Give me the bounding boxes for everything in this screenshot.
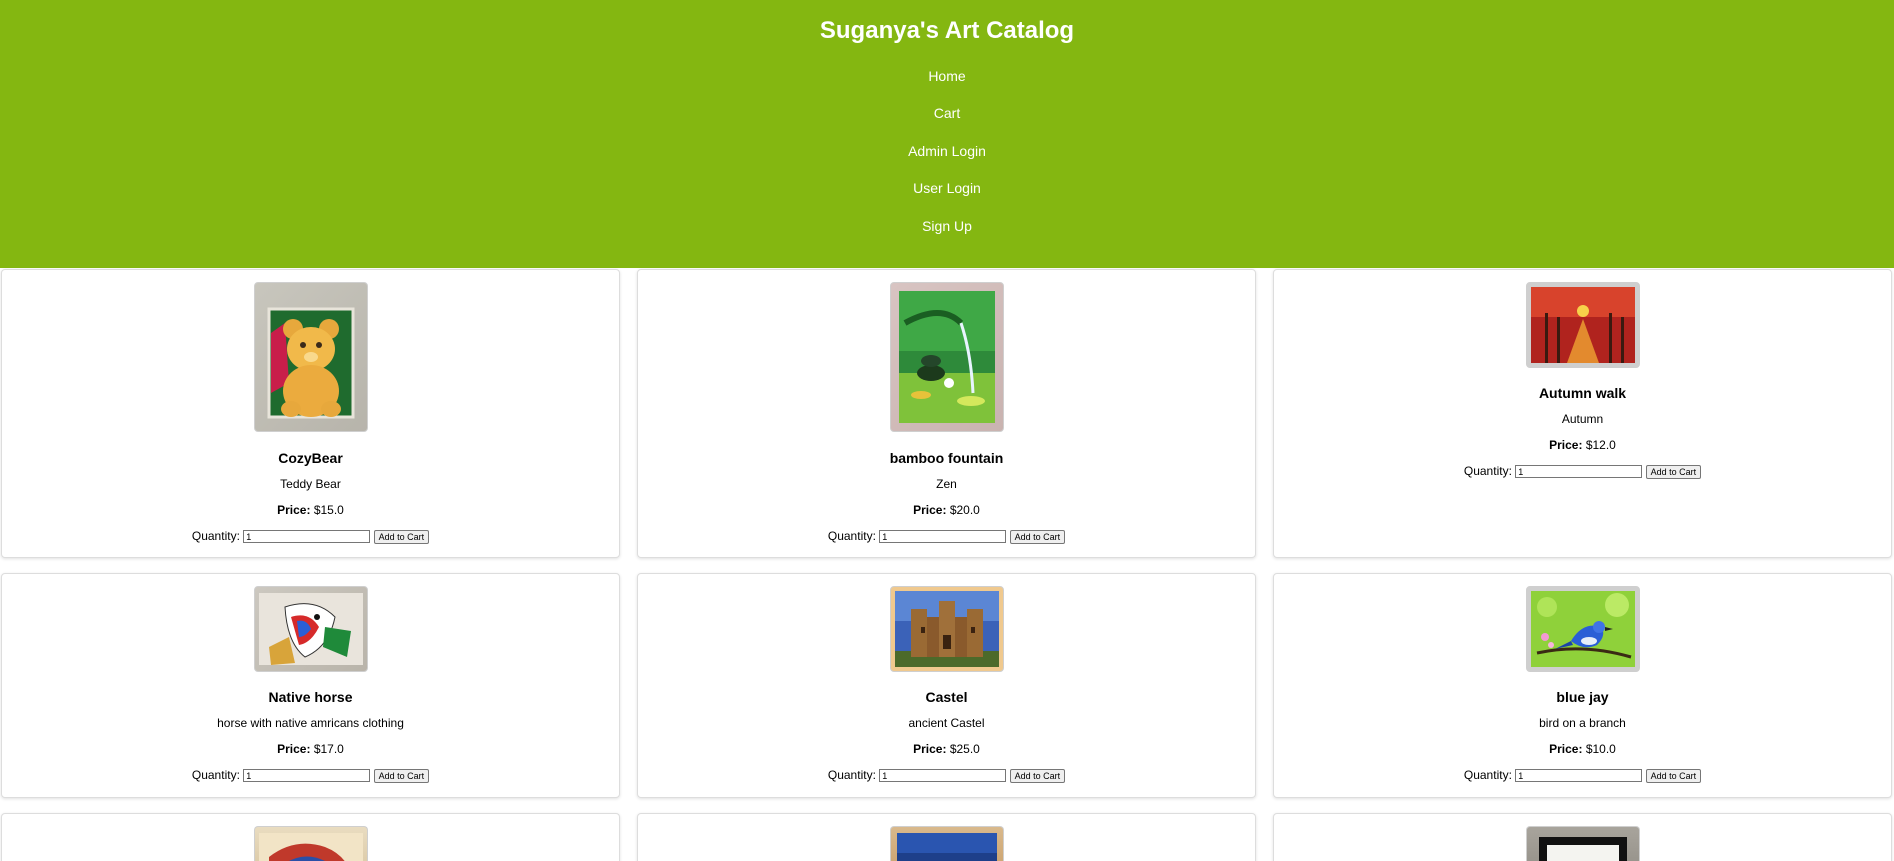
quantity-label: Quantity: (827, 768, 876, 782)
autumn-path-painting-icon (1530, 287, 1635, 363)
product-card: Castel ancient Castel Price: $25.0 Quant… (637, 573, 1256, 798)
product-price-row: Price: $12.0 (1274, 438, 1891, 452)
nav-cart-link[interactable]: Cart (934, 105, 960, 121)
product-name: Autumn walk (1538, 385, 1627, 401)
quantity-input[interactable] (879, 769, 1007, 783)
product-price-row: Price: $10.0 (1274, 742, 1891, 756)
quantity-row: Quantity: Add to Cart (2, 768, 619, 783)
product-description: Zen (936, 477, 957, 491)
product-price: $25.0 (949, 742, 980, 756)
product-card (1273, 813, 1892, 861)
product-price-row: Price: $25.0 (638, 742, 1255, 756)
product-price: $10.0 (1585, 742, 1616, 756)
quantity-row: Quantity: Add to Cart (1274, 464, 1891, 479)
quantity-row: Quantity: Add to Cart (2, 529, 619, 544)
quantity-row: Quantity: Add to Cart (1274, 768, 1891, 783)
product-price: $12.0 (1585, 438, 1616, 452)
nav-user-login: User Login (0, 179, 1894, 197)
product-image[interactable] (253, 282, 368, 432)
quantity-label: Quantity: (1463, 768, 1512, 782)
quantity-input[interactable] (1515, 465, 1643, 479)
nav-cart: Cart (0, 104, 1894, 122)
painting-icon (1538, 837, 1627, 861)
product-name: Native horse (268, 689, 353, 705)
quantity-input[interactable] (243, 769, 371, 783)
blue-jay-painting-icon (1530, 591, 1635, 667)
product-name: bamboo fountain (889, 450, 1004, 466)
quantity-input[interactable] (243, 530, 371, 544)
product-description: Autumn (1561, 412, 1604, 426)
site-title: Suganya's Art Catalog (819, 17, 1075, 44)
product-card (1, 813, 620, 861)
product-card: blue jay bird on a branch Price: $10.0 Q… (1273, 573, 1892, 798)
add-to-cart-button[interactable]: Add to Cart (1645, 464, 1702, 479)
product-price-row: Price: $15.0 (2, 503, 619, 517)
add-to-cart-button[interactable]: Add to Cart (1645, 768, 1702, 783)
product-image[interactable] (889, 586, 1004, 672)
nav-admin-login: Admin Login (0, 142, 1894, 160)
price-label: Price: (913, 742, 947, 756)
bamboo-fountain-painting-icon (898, 291, 995, 423)
product-name: Castel (925, 689, 968, 705)
teddy-bear-painting-icon (267, 307, 354, 419)
product-image[interactable] (889, 826, 1004, 861)
price-label: Price: (1549, 742, 1583, 756)
nav-home: Home (0, 67, 1894, 85)
product-image[interactable] (1525, 826, 1640, 861)
native-horse-painting-icon (258, 593, 363, 665)
product-price-row: Price: $17.0 (2, 742, 619, 756)
product-price: $20.0 (949, 503, 980, 517)
product-price-row: Price: $20.0 (638, 503, 1255, 517)
castle-painting-icon (894, 591, 999, 667)
product-price: $15.0 (313, 503, 344, 517)
product-name: blue jay (1556, 689, 1609, 705)
quantity-input[interactable] (879, 530, 1007, 544)
add-to-cart-button[interactable]: Add to Cart (373, 529, 430, 544)
product-card: CozyBear Teddy Bear Price: $15.0 Quantit… (1, 269, 620, 558)
add-to-cart-button[interactable]: Add to Cart (1009, 768, 1066, 783)
product-card: bamboo fountain Zen Price: $20.0 Quantit… (637, 269, 1256, 558)
price-label: Price: (277, 742, 311, 756)
product-card (637, 813, 1256, 861)
add-to-cart-button[interactable]: Add to Cart (373, 768, 430, 783)
quantity-label: Quantity: (827, 529, 876, 543)
product-image[interactable] (1525, 586, 1640, 672)
quantity-row: Quantity: Add to Cart (638, 768, 1255, 783)
product-name: CozyBear (278, 450, 343, 466)
painting-icon (258, 833, 363, 861)
product-description: Teddy Bear (280, 477, 341, 491)
painting-icon (896, 833, 997, 861)
product-image[interactable] (253, 586, 368, 672)
product-description: horse with native amricans clothing (217, 716, 404, 730)
nav-user-login-link[interactable]: User Login (913, 180, 981, 196)
product-image[interactable] (1525, 282, 1640, 368)
nav-sign-up-link[interactable]: Sign Up (922, 218, 972, 234)
quantity-input[interactable] (1515, 769, 1643, 783)
product-description: bird on a branch (1539, 716, 1626, 730)
nav-home-link[interactable]: Home (928, 68, 965, 84)
quantity-label: Quantity: (191, 529, 240, 543)
product-card: Autumn walk Autumn Price: $12.0 Quantity… (1273, 269, 1892, 558)
price-label: Price: (277, 503, 311, 517)
product-card: Native horse horse with native amricans … (1, 573, 620, 798)
nav-sign-up: Sign Up (0, 217, 1894, 235)
product-image[interactable] (889, 282, 1004, 432)
quantity-row: Quantity: Add to Cart (638, 529, 1255, 544)
price-label: Price: (1549, 438, 1583, 452)
product-image[interactable] (253, 826, 368, 861)
price-label: Price: (913, 503, 947, 517)
product-price: $17.0 (313, 742, 344, 756)
quantity-label: Quantity: (191, 768, 240, 782)
product-description: ancient Castel (908, 716, 985, 730)
site-header: Suganya's Art Catalog Home Cart Admin Lo… (0, 0, 1894, 268)
add-to-cart-button[interactable]: Add to Cart (1009, 529, 1066, 544)
nav-admin-login-link[interactable]: Admin Login (908, 143, 986, 159)
quantity-label: Quantity: (1463, 464, 1512, 478)
